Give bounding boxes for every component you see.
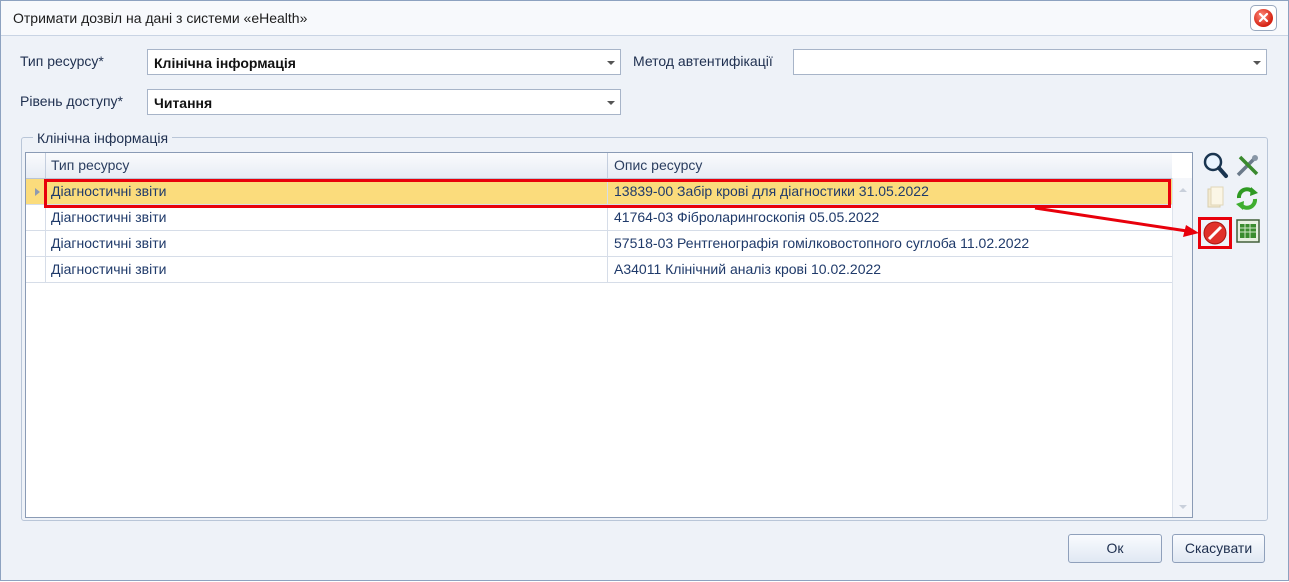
cancel-button[interactable]: Скасувати [1172, 534, 1265, 563]
table-row[interactable]: Діагностичні звіти 41764-03 Фіброларинго… [26, 205, 1172, 231]
cell-type: Діагностичні звіти [51, 209, 167, 225]
scroll-up-icon[interactable] [1179, 188, 1187, 192]
cell-description: 41764-03 Фіброларингоскопія 05.05.2022 [614, 209, 880, 225]
chevron-down-icon [607, 61, 615, 65]
cell-description: 57518-03 Рентгенографія гомілковостопног… [614, 235, 1030, 251]
search-icon [1203, 152, 1228, 178]
cell-type: Діагностичні звіти [51, 183, 167, 199]
search-button[interactable] [1201, 151, 1229, 179]
access-level-value: Читання [154, 95, 213, 111]
column-header-description[interactable]: Опис ресурсу [614, 157, 702, 173]
tools-icon [1236, 155, 1259, 177]
auth-method-select[interactable] [793, 49, 1267, 75]
cell-type: Діагностичні звіти [51, 261, 167, 277]
access-level-label: Рівень доступу* [20, 93, 123, 109]
scroll-down-icon[interactable] [1179, 505, 1187, 509]
window-title: Отримати дозвіл на дані з системи «eHeal… [13, 10, 308, 26]
delete-button-highlight [1198, 217, 1232, 249]
cell-description: 13839-00 Забір крові для діагностики 31.… [614, 183, 929, 199]
resources-grid[interactable]: Тип ресурсу Опис ресурсу Діагностичні зв… [25, 152, 1193, 518]
grid-header: Тип ресурсу Опис ресурсу [26, 153, 1172, 179]
auth-method-label: Метод автентифікації [633, 53, 773, 69]
document-icon [1207, 186, 1224, 208]
tools-button[interactable] [1233, 151, 1261, 179]
refresh-button[interactable] [1233, 184, 1261, 212]
group-title: Клінічна інформація [33, 130, 173, 146]
cell-description: А34011 Клінічний аналіз крові 10.02.2022 [614, 261, 882, 277]
document-button [1201, 184, 1229, 212]
access-level-select[interactable]: Читання [147, 89, 621, 115]
cell-type: Діагностичні звіти [51, 235, 167, 251]
export-table-icon [1236, 219, 1260, 243]
row-indicator-icon [35, 188, 40, 196]
resource-type-select[interactable]: Клінічна інформація [147, 49, 621, 75]
refresh-icon [1236, 187, 1258, 210]
table-row[interactable]: Діагностичні звіти 13839-00 Забір крові … [26, 179, 1172, 205]
title-bar: Отримати дозвіл на дані з системи «eHeal… [1, 1, 1288, 36]
chevron-down-icon [607, 101, 615, 105]
resource-type-value: Клінічна інформація [154, 55, 296, 71]
table-row[interactable]: Діагностичні звіти А34011 Клінічний анал… [26, 257, 1172, 283]
vertical-scrollbar[interactable] [1172, 178, 1192, 517]
chevron-down-icon [1253, 61, 1261, 65]
ok-button[interactable]: Ок [1068, 534, 1162, 563]
export-button[interactable] [1234, 217, 1262, 245]
dialog-window: Отримати дозвіл на дані з системи «eHeal… [0, 0, 1289, 581]
column-header-type[interactable]: Тип ресурсу [51, 157, 129, 173]
resource-type-label: Тип ресурсу* [20, 53, 104, 69]
close-button[interactable] [1250, 5, 1277, 31]
table-row[interactable]: Діагностичні звіти 57518-03 Рентгенограф… [26, 231, 1172, 257]
